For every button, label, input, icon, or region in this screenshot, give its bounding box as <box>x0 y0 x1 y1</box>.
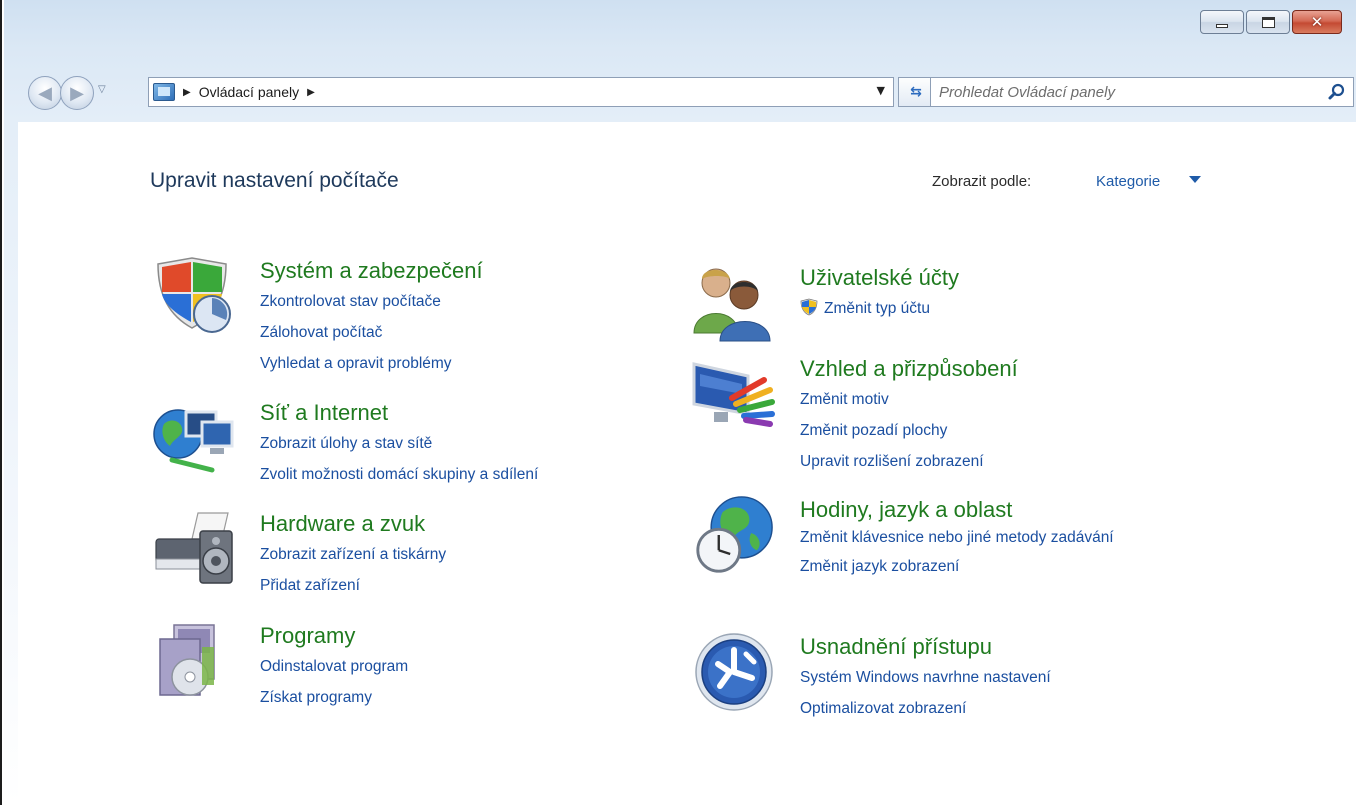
category-title[interactable]: Programy <box>260 621 408 651</box>
breadcrumb-arrow-icon[interactable]: ▶ <box>307 87 315 98</box>
programs-disc-icon[interactable] <box>152 621 236 701</box>
users-icon[interactable] <box>692 263 776 343</box>
link-adjust-resolution[interactable]: Upravit rozlišení zobrazení <box>800 446 1018 477</box>
link-homegroup-sharing[interactable]: Zvolit možnosti domácí skupiny a sdílení <box>260 459 538 490</box>
page-title: Upravit nastavení počítače <box>150 169 399 192</box>
uac-shield-icon <box>800 298 818 316</box>
link-change-background[interactable]: Změnit pozadí plochy <box>800 415 1018 446</box>
view-by-dropdown[interactable]: Kategorie <box>1096 173 1160 190</box>
search-input[interactable] <box>939 82 1309 102</box>
category-clock-language-region-body: Hodiny, jazyk a oblast Změnit klávesnice… <box>800 495 1140 582</box>
category-title[interactable]: Uživatelské účty <box>800 263 959 293</box>
control-panel-icon <box>153 83 175 101</box>
refresh-button[interactable]: ⇆ <box>898 77 934 107</box>
view-by-label: Zobrazit podle: <box>932 173 1032 190</box>
category-system-security-body: Systém a zabezpečení Zkontrolovat stav p… <box>260 256 483 379</box>
window-frame-left-edge <box>4 122 18 805</box>
link-optimize-display[interactable]: Optimalizovat zobrazení <box>800 693 1051 724</box>
category-title[interactable]: Síť a Internet <box>260 398 538 428</box>
forward-button[interactable]: ▶ <box>60 76 94 110</box>
maximize-button[interactable] <box>1246 10 1290 34</box>
category-hardware-sound-body: Hardware a zvuk Zobrazit zařízení a tisk… <box>260 509 446 601</box>
link-devices-printers[interactable]: Zobrazit zařízení a tiskárny <box>260 539 446 570</box>
category-title[interactable]: Usnadnění přístupu <box>800 632 1051 662</box>
link-backup[interactable]: Zálohovat počítač <box>260 317 483 348</box>
monitor-palette-icon[interactable] <box>692 354 776 434</box>
maximize-icon <box>1261 16 1275 28</box>
search-icon[interactable] <box>1327 82 1347 102</box>
category-title[interactable]: Systém a zabezpečení <box>260 256 483 286</box>
link-check-status[interactable]: Zkontrolovat stav počítače <box>260 286 483 317</box>
minimize-button[interactable] <box>1200 10 1244 34</box>
category-user-accounts-body: Uživatelské účty Změnit typ účtu <box>800 263 959 324</box>
navigation-bar: ◀ ▶ ▽ ▶ Ovládací panely ▶ ▼ ⇆ <box>28 74 1356 110</box>
forward-arrow-icon: ▶ <box>70 82 84 104</box>
category-programs-body: Programy Odinstalovat program Získat pro… <box>260 621 408 713</box>
close-icon: ✕ <box>1310 13 1324 31</box>
minimize-icon <box>1216 24 1228 28</box>
breadcrumb-control-panel[interactable]: Ovládací panely <box>199 84 299 100</box>
link-change-account-type-label: Změnit typ účtu <box>824 300 930 317</box>
link-get-programs[interactable]: Získat programy <box>260 682 408 713</box>
category-appearance-body: Vzhled a přizpůsobení Změnit motiv Změni… <box>800 354 1018 477</box>
refresh-icon: ⇆ <box>910 84 922 100</box>
category-ease-of-access-body: Usnadnění přístupu Systém Windows navrhn… <box>800 632 1051 724</box>
close-button[interactable]: ✕ <box>1292 10 1342 34</box>
search-box <box>930 77 1354 107</box>
address-bar[interactable]: ▶ Ovládací panely ▶ ▼ <box>148 77 894 107</box>
category-network-internet-body: Síť a Internet Zobrazit úlohy a stav sít… <box>260 398 538 490</box>
address-dropdown-icon[interactable]: ▼ <box>877 84 885 97</box>
link-network-status[interactable]: Zobrazit úlohy a stav sítě <box>260 428 538 459</box>
view-by-dropdown-icon[interactable] <box>1189 176 1201 183</box>
link-change-keyboards[interactable]: Změnit klávesnice nebo jiné metody zadáv… <box>800 525 1140 551</box>
link-change-display-language[interactable]: Změnit jazyk zobrazení <box>800 551 1140 582</box>
caption-buttons: ✕ <box>1200 10 1342 34</box>
back-button[interactable]: ◀ <box>28 76 62 110</box>
control-panel-window: ✕ ◀ ▶ ▽ ▶ Ovládací panely ▶ ▼ ⇆ Prohleda… <box>0 0 1356 805</box>
category-title[interactable]: Hodiny, jazyk a oblast <box>800 495 1140 525</box>
category-title[interactable]: Hardware a zvuk <box>260 509 446 539</box>
link-add-device[interactable]: Přidat zařízení <box>260 570 446 601</box>
back-arrow-icon: ◀ <box>38 82 52 104</box>
link-uninstall-program[interactable]: Odinstalovat program <box>260 651 408 682</box>
clock-globe-icon[interactable] <box>692 495 776 575</box>
link-change-account-type[interactable]: Změnit typ účtu <box>800 293 959 324</box>
security-shield-icon[interactable] <box>152 256 236 336</box>
link-change-theme[interactable]: Změnit motiv <box>800 384 1018 415</box>
link-windows-suggest-settings[interactable]: Systém Windows navrhne nastavení <box>800 662 1051 693</box>
network-globe-icon[interactable] <box>152 398 236 478</box>
recent-pages-dropdown-icon[interactable]: ▽ <box>98 84 106 95</box>
link-troubleshoot[interactable]: Vyhledat a opravit problémy <box>260 348 483 379</box>
breadcrumb-arrow-icon[interactable]: ▶ <box>183 87 191 98</box>
ease-of-access-icon[interactable] <box>692 632 776 712</box>
category-title[interactable]: Vzhled a přizpůsobení <box>800 354 1018 384</box>
printer-speaker-icon[interactable] <box>152 509 236 589</box>
